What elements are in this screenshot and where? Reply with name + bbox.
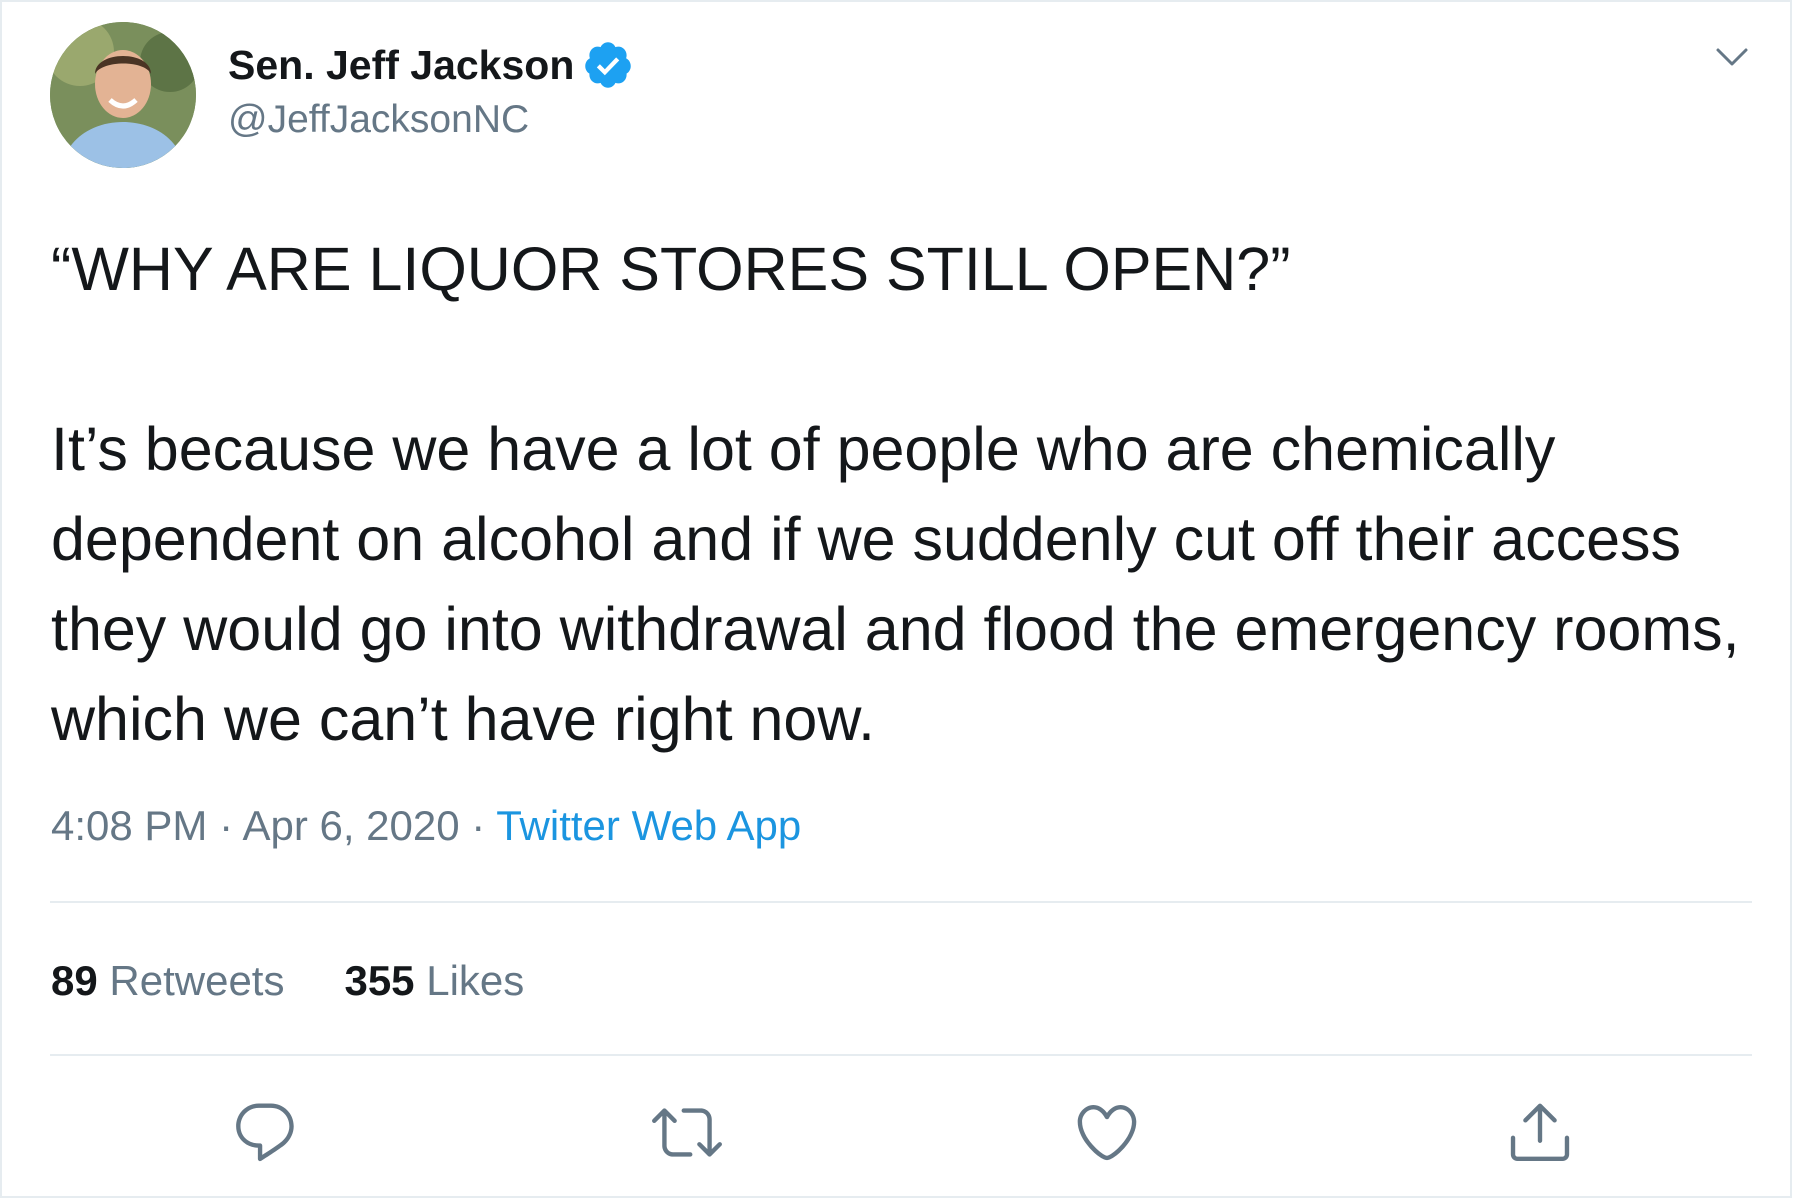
like-button[interactable]: [1072, 1097, 1142, 1167]
tweet-body: It’s because we have a lot of people who…: [51, 415, 1740, 753]
reply-button[interactable]: [230, 1097, 300, 1167]
meta-separator: ·: [471, 802, 486, 849]
tweet-menu-caret[interactable]: [1708, 38, 1756, 78]
tweet-card: Sen. Jeff Jackson @JeffJacksonNC “WHY AR…: [0, 0, 1792, 1198]
chevron-down-icon: [1716, 48, 1748, 66]
tweet-metadata: 4:08 PM · Apr 6, 2020 · Twitter Web App: [51, 802, 801, 850]
tweet-date[interactable]: Apr 6, 2020: [242, 802, 459, 849]
divider: [50, 1054, 1752, 1056]
author-name-row[interactable]: Sen. Jeff Jackson: [228, 40, 634, 90]
share-button[interactable]: [1505, 1097, 1575, 1167]
tweet-text: “WHY ARE LIQUOR STORES STILL OPEN?” It’s…: [51, 224, 1751, 764]
tweet-headline: “WHY ARE LIQUOR STORES STILL OPEN?”: [51, 235, 1291, 303]
retweets-count: 89: [51, 957, 98, 1004]
likes-label: Likes: [426, 957, 525, 1004]
likes-stat[interactable]: 355 Likes: [344, 957, 524, 1005]
likes-count: 355: [344, 957, 415, 1004]
retweets-stat[interactable]: 89 Retweets: [51, 957, 284, 1005]
divider: [50, 901, 1752, 903]
verified-badge-icon: [585, 42, 632, 88]
retweet-button[interactable]: [652, 1097, 722, 1167]
tweet-stats: 89 Retweets 355 Likes: [51, 957, 524, 1005]
tweet-time[interactable]: 4:08 PM: [51, 802, 207, 849]
profile-photo-icon: [50, 22, 196, 168]
reply-icon: [236, 1103, 294, 1162]
heart-icon: [1077, 1104, 1137, 1161]
share-icon: [1510, 1103, 1570, 1162]
avatar[interactable]: [50, 22, 196, 168]
retweets-label: Retweets: [109, 957, 285, 1004]
retweet-icon: [652, 1108, 722, 1157]
tweet-actions-bar: [2, 1097, 1790, 1167]
author-handle[interactable]: @JeffJacksonNC: [228, 98, 529, 142]
author-display-name[interactable]: Sen. Jeff Jackson: [228, 42, 574, 89]
tweet-source-link[interactable]: Twitter Web App: [496, 802, 801, 849]
meta-separator: ·: [219, 802, 234, 849]
